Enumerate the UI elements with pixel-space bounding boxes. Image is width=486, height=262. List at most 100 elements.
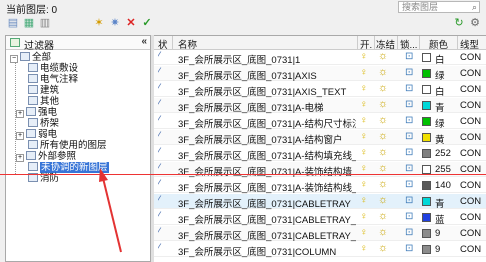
layer-linetype[interactable]: CON [460, 180, 486, 191]
tree-node-architecture[interactable]: 建筑 [28, 85, 59, 96]
col-lock[interactable]: 锁... [400, 37, 417, 51]
layer-color-swatch[interactable] [422, 245, 431, 254]
layer-linetype[interactable]: CON [460, 244, 486, 255]
layer-color-swatch[interactable] [422, 213, 431, 222]
layer-lock-icon[interactable]: ⊡ [405, 115, 417, 126]
layer-row[interactable]: ⁄ 3F_会所展示区_底图_0731|AXIS ♀ ☼ ⊡ 绿 CON [154, 66, 486, 82]
set-current-icon[interactable]: ✓ [140, 16, 154, 30]
layer-freeze-sun-icon[interactable]: ☼ [378, 146, 390, 158]
layer-name[interactable]: 3F_会所展示区_底图_0731|A-装饰结构墙 [178, 164, 356, 178]
layer-freeze-sun-icon[interactable]: ☼ [378, 114, 390, 126]
col-freeze[interactable]: 冻结 [376, 37, 395, 51]
layer-freeze-sun-icon[interactable]: ☼ [378, 82, 390, 94]
layer-row[interactable]: ⁄ 3F_会所展示区_底图_0731|A-装饰结构线_中_ ♀ ☼ ⊡ 140 CON [154, 178, 486, 194]
layer-lock-icon[interactable]: ⊡ [405, 163, 417, 174]
layer-color-swatch[interactable] [422, 53, 431, 62]
layer-on-bulb-icon[interactable]: ♀ [360, 131, 370, 142]
tree-node-all-used-layers[interactable]: 所有使用的图层 [28, 140, 107, 151]
layer-name[interactable]: 3F_会所展示区_底图_0731|1 [178, 52, 356, 66]
layer-freeze-sun-icon[interactable]: ☼ [378, 194, 390, 206]
tree-node-weak-current[interactable]: + 弱电 [16, 129, 57, 140]
layer-freeze-sun-icon[interactable]: ☼ [378, 50, 390, 62]
layer-on-bulb-icon[interactable]: ♀ [360, 179, 370, 190]
layer-linetype[interactable]: CON [460, 84, 486, 95]
new-layer-vp-frozen-icon[interactable]: ✷ [108, 16, 122, 30]
col-on[interactable]: 开. [360, 37, 372, 51]
col-name[interactable]: 名称 [178, 37, 197, 51]
tree-node-electrical-notes[interactable]: 电气注释 [28, 74, 78, 85]
layer-lock-icon[interactable]: ⊡ [405, 67, 417, 78]
layer-lock-icon[interactable]: ⊡ [405, 195, 417, 206]
layer-lock-icon[interactable]: ⊡ [405, 99, 417, 110]
layer-linetype[interactable]: CON [460, 132, 486, 143]
layer-on-bulb-icon[interactable]: ♀ [360, 211, 370, 222]
layer-name[interactable]: 3F_会所展示区_底图_0731|A-结构填充线_细_ [178, 148, 356, 162]
expand-node-icon[interactable]: + [16, 154, 24, 162]
layer-name[interactable]: 3F_会所展示区_底图_0731|A-装饰结构线_中_ [178, 180, 356, 194]
layer-states-icon[interactable]: ▤ [6, 16, 20, 30]
layer-row[interactable]: ⁄ 3F_会所展示区_底图_0731|AXIS_TEXT ♀ ☼ ⊡ 白 CON [154, 82, 486, 98]
layer-linetype[interactable]: CON [460, 196, 486, 207]
layer-color-swatch[interactable] [422, 165, 431, 174]
layer-name[interactable]: 3F_会所展示区_底图_0731|AXIS [178, 68, 356, 82]
tree-node-strong-current[interactable]: + 强电 [16, 107, 57, 118]
layer-name[interactable]: 3F_会所展示区_底图_0731|CABLETRAY_DOTE [178, 212, 356, 226]
layer-linetype[interactable]: CON [460, 212, 486, 223]
layer-lock-icon[interactable]: ⊡ [405, 147, 417, 158]
layer-freeze-sun-icon[interactable]: ☼ [378, 210, 390, 222]
new-layer-icon[interactable]: ✶ [92, 16, 106, 30]
delete-layer-icon[interactable]: ✕ [124, 16, 138, 30]
tree-node-cable-laying[interactable]: 电缆敷设 [28, 63, 78, 74]
layer-row[interactable]: ⁄3F_会所展示区_底图_0731|CABLETRAY_DOTE♀☼⊡蓝CON [154, 210, 486, 226]
layer-name[interactable]: 3F_会所展示区_底图_0731|CABLETRAY [178, 196, 356, 210]
layer-on-bulb-icon[interactable]: ♀ [360, 147, 370, 158]
layer-freeze-sun-icon[interactable]: ☼ [378, 130, 390, 142]
tree-node-other[interactable]: 其他 [28, 96, 59, 107]
layer-on-bulb-icon[interactable]: ♀ [360, 243, 370, 254]
layer-lock-icon[interactable]: ⊡ [405, 131, 417, 142]
layer-on-bulb-icon[interactable]: ♀ [360, 227, 370, 238]
layer-row[interactable]: ⁄3F_会所展示区_底图_0731|CABLETRAY_HIDE♀☼⊡9CON [154, 226, 486, 242]
collapse-panel-button[interactable]: « [141, 36, 147, 47]
tree-node-xref[interactable]: + 外部参照 [16, 151, 76, 162]
layer-color-swatch[interactable] [422, 69, 431, 78]
layer-name[interactable]: 3F_会所展示区_底图_0731|COLUMN [178, 244, 356, 258]
layer-on-bulb-icon[interactable]: ♀ [360, 51, 370, 62]
layer-row[interactable]: ⁄ 3F_会所展示区_底图_0731|CABLETRAY ♀ ☼ ⊡ 青 CON [154, 194, 486, 210]
layer-on-bulb-icon[interactable]: ♀ [360, 83, 370, 94]
tree-node-cable-tray[interactable]: 桥架 [28, 118, 59, 129]
tree-node-unreconciled-layers[interactable]: 未协调的新图层 [28, 162, 109, 173]
layer-freeze-sun-icon[interactable]: ☼ [378, 162, 390, 174]
layer-color-swatch[interactable] [422, 197, 431, 206]
layer-name[interactable]: 3F_会所展示区_底图_0731|CABLETRAY_HIDE [178, 228, 356, 242]
layer-color-swatch[interactable] [422, 101, 431, 110]
layer-row[interactable]: ⁄ 3F_会所展示区_底图_0731|A-结构尺寸标注 ♀ ☼ ⊡ 绿 CON [154, 114, 486, 130]
layer-linetype[interactable]: CON [460, 148, 486, 159]
layer-lock-icon[interactable]: ⊡ [405, 179, 417, 190]
layer-filter-icon[interactable]: ▥ [38, 16, 52, 30]
layer-freeze-sun-icon[interactable]: ☼ [378, 178, 390, 190]
layer-lock-icon[interactable]: ⊡ [405, 243, 417, 254]
layer-name[interactable]: 3F_会所展示区_底图_0731|A-结构窗户 [178, 132, 356, 146]
layer-freeze-sun-icon[interactable]: ☼ [378, 242, 390, 254]
settings-icon[interactable]: ⚙ [468, 16, 482, 30]
layer-linetype[interactable]: CON [460, 116, 486, 127]
layer-lock-icon[interactable]: ⊡ [405, 211, 417, 222]
search-input[interactable]: 搜索图层 ⌕ [398, 1, 480, 13]
layer-row[interactable]: ⁄ 3F_会所展示区_底图_0731|A-结构填充线_细_ ♀ ☼ ⊡ 252 CON [154, 146, 486, 162]
layer-color-swatch[interactable] [422, 229, 431, 238]
layer-row[interactable]: ⁄ 3F_会所展示区_底图_0731|A-电梯 ♀ ☼ ⊡ 青 CON [154, 98, 486, 114]
layer-lock-icon[interactable]: ⊡ [405, 227, 417, 238]
layer-color-swatch[interactable] [422, 181, 431, 190]
layer-linetype[interactable]: CON [460, 52, 486, 63]
col-linetype[interactable]: 线型 [460, 37, 479, 51]
layer-row[interactable]: ⁄ 3F_会所展示区_底图_0731|COLUMN ♀ ☼ ⊡ 9 CON [154, 242, 486, 258]
layer-properties-filter-icon[interactable]: ▦ [22, 16, 36, 30]
layer-row[interactable]: ⁄ 3F_会所展示区_底图_0731|A-结构窗户 ♀ ☼ ⊡ 黄 CON [154, 130, 486, 146]
layer-freeze-sun-icon[interactable]: ☼ [378, 66, 390, 78]
layer-linetype[interactable]: CON [460, 228, 486, 239]
layer-color-swatch[interactable] [422, 133, 431, 142]
layer-lock-icon[interactable]: ⊡ [405, 83, 417, 94]
layer-lock-icon[interactable]: ⊡ [405, 51, 417, 62]
layer-freeze-sun-icon[interactable]: ☼ [378, 226, 390, 238]
